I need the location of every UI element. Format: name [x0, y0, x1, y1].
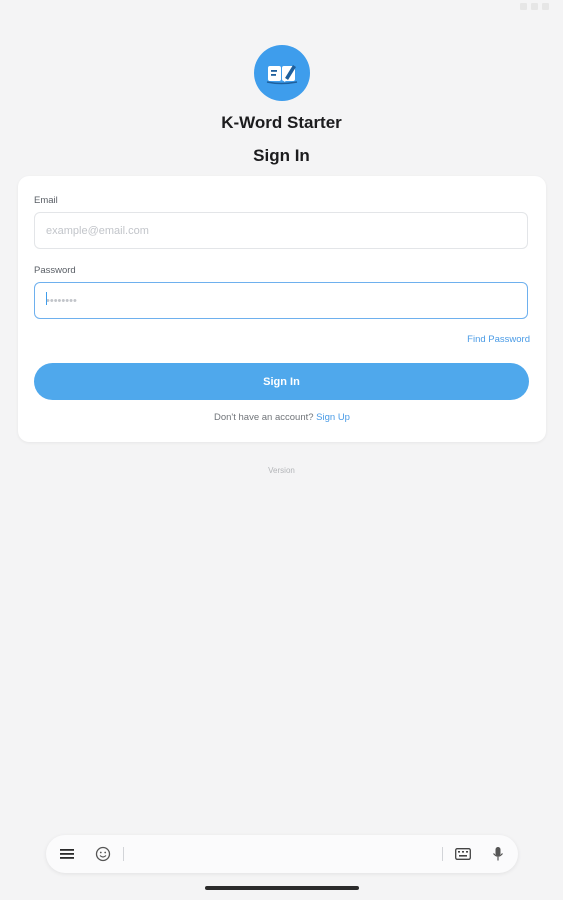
signup-row: Don't have an account? Sign Up [18, 412, 546, 423]
keyboard-toolbar [46, 835, 518, 873]
email-field[interactable] [34, 212, 528, 249]
password-label: Password [34, 265, 76, 276]
toolbar-divider [123, 847, 124, 861]
toolbar-divider [442, 847, 443, 861]
signup-link[interactable]: Sign Up [316, 412, 350, 423]
wifi-icon [520, 3, 527, 10]
home-indicator[interactable] [205, 886, 359, 890]
status-bar [0, 0, 563, 20]
find-password-link[interactable]: Find Password [467, 334, 530, 345]
signin-button[interactable]: Sign In [34, 363, 529, 400]
text-caret [46, 292, 47, 305]
emoji-icon[interactable] [95, 846, 111, 862]
battery-icon [542, 3, 549, 10]
password-field[interactable] [34, 282, 528, 319]
signal-icon [531, 3, 538, 10]
microphone-icon[interactable] [490, 846, 506, 862]
app-logo [254, 45, 310, 101]
version-label: Version [268, 466, 295, 475]
status-icons [520, 3, 549, 10]
signup-prompt: Don't have an account? [214, 412, 314, 423]
menu-icon[interactable] [59, 846, 75, 862]
email-label: Email [34, 195, 58, 206]
page-title: Sign In [253, 146, 310, 165]
keyboard-icon[interactable] [455, 846, 471, 862]
app-title: K-Word Starter [221, 113, 342, 132]
signin-card: Email Password Find Password Sign In Don… [18, 176, 546, 442]
book-pen-icon [266, 65, 298, 85]
